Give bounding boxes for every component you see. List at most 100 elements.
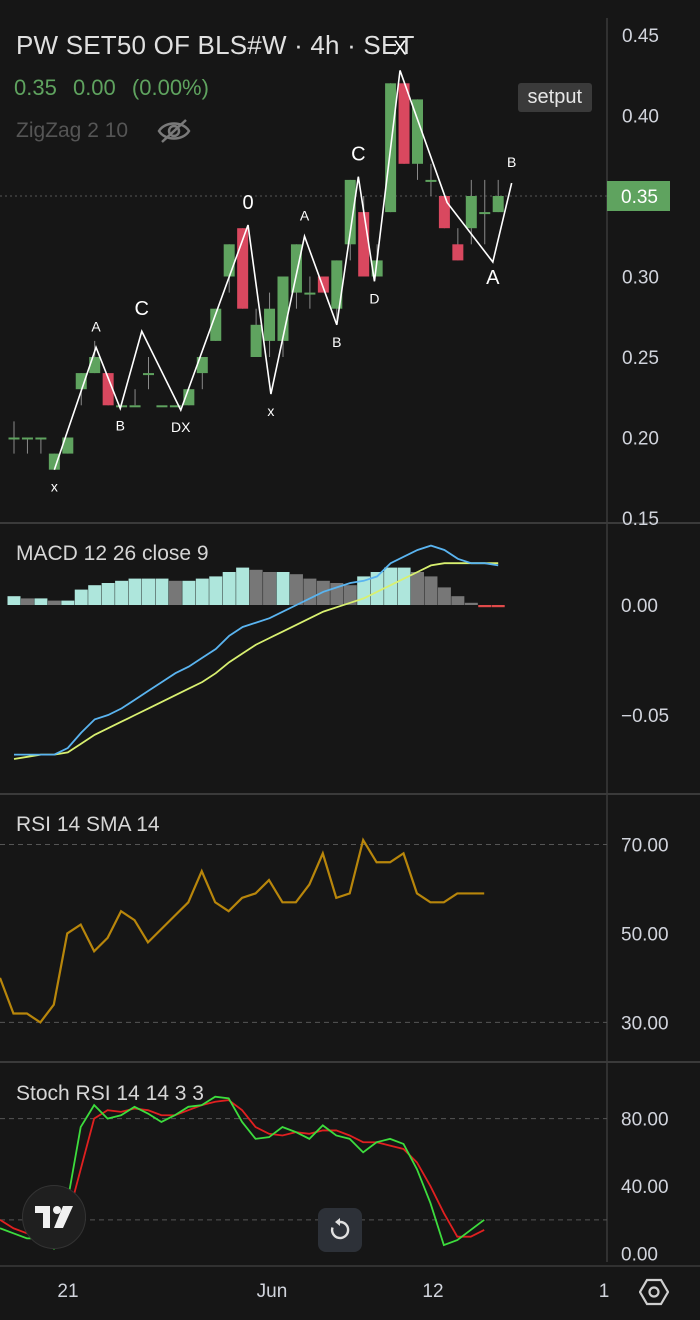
time-tick-label: 12 bbox=[422, 1281, 443, 1302]
macd-histogram-bar bbox=[316, 580, 330, 605]
gear-icon bbox=[639, 1278, 669, 1306]
time-tick-label: 1 bbox=[599, 1281, 610, 1302]
zigzag-wave-label: B bbox=[507, 154, 516, 170]
time-tick-label: 21 bbox=[57, 1281, 78, 1302]
tradingview-logo-icon bbox=[35, 1206, 73, 1228]
candle-up bbox=[465, 196, 477, 229]
time-tick-label: Jun bbox=[257, 1281, 288, 1302]
candle-up bbox=[143, 373, 154, 376]
tradingview-logo-button[interactable] bbox=[22, 1185, 86, 1249]
chart-settings-button[interactable] bbox=[636, 1274, 672, 1310]
candle-up bbox=[223, 244, 235, 277]
reset-icon bbox=[330, 1218, 350, 1240]
zigzag-wave-label: C bbox=[351, 144, 365, 166]
price-tick-label: 0.25 bbox=[622, 348, 659, 369]
macd-histogram-bar bbox=[61, 600, 75, 605]
macd-histogram-bar bbox=[142, 578, 155, 605]
candle-up bbox=[8, 437, 20, 440]
quote-price: 0.35 bbox=[14, 75, 57, 100]
macd-histogram-bar bbox=[182, 580, 196, 605]
candle-up bbox=[156, 405, 168, 408]
macd-histogram-bar bbox=[47, 600, 61, 605]
reset-chart-button[interactable] bbox=[318, 1208, 362, 1252]
macd-histogram-bar bbox=[478, 605, 492, 608]
quote-change-pct: (0.00%) bbox=[131, 75, 209, 100]
price-tick-label: 0.30 bbox=[622, 268, 659, 289]
price-tick-label: 0.15 bbox=[622, 509, 659, 530]
rsi-tick-label: 50.00 bbox=[621, 924, 669, 945]
macd-histogram-bar bbox=[411, 572, 424, 605]
last-price-tag-label: 0.35 bbox=[621, 187, 658, 208]
zigzag-wave-label: x bbox=[51, 479, 58, 495]
candle-up bbox=[425, 179, 437, 182]
macd-histogram-bar bbox=[209, 576, 223, 605]
macd-histogram-bar bbox=[115, 580, 129, 605]
candle-up bbox=[264, 308, 276, 341]
zigzag-wave-label: B bbox=[116, 418, 125, 434]
candle-up bbox=[304, 292, 316, 295]
zigzag-wave-label: A bbox=[486, 267, 500, 289]
macd-histogram-bar bbox=[155, 578, 169, 605]
stoch-tick-label: 0.00 bbox=[621, 1245, 658, 1266]
zigzag-wave-label: B bbox=[332, 334, 341, 350]
macd-histogram-bar bbox=[276, 572, 290, 605]
rsi-line bbox=[0, 837, 485, 1024]
candle-up bbox=[129, 405, 141, 408]
macd-histogram-bar bbox=[464, 602, 478, 605]
zigzag-wave-label: A bbox=[91, 318, 101, 334]
stoch-rsi-legend[interactable]: Stoch RSI 14 14 3 3 bbox=[16, 1082, 204, 1106]
candle-up bbox=[277, 276, 289, 341]
zigzag-wave-label: C bbox=[135, 298, 149, 320]
zigzag-indicator-legend[interactable]: ZigZag 2 10 bbox=[16, 118, 192, 144]
candle-up bbox=[35, 437, 47, 440]
macd-histogram-bar bbox=[168, 580, 182, 605]
price-tick-label: 0.45 bbox=[622, 26, 659, 47]
price-tick-label: 0.40 bbox=[622, 107, 659, 128]
setput-badge[interactable]: setput bbox=[517, 83, 592, 112]
macd-histogram-bar bbox=[88, 585, 102, 605]
candle-up bbox=[290, 244, 302, 293]
rsi-tick-label: 70.00 bbox=[621, 835, 669, 856]
macd-histogram-bar bbox=[249, 569, 263, 605]
chart-title: PW SET50 OF BLS#W · 4h · SET bbox=[16, 30, 415, 60]
stoch-tick-label: 80.00 bbox=[621, 1110, 669, 1131]
zigzag-wave-label: D bbox=[369, 290, 379, 306]
macd-histogram-bar bbox=[236, 567, 250, 605]
macd-histogram-bar bbox=[451, 596, 465, 605]
macd-histogram-bar bbox=[34, 598, 48, 605]
macd-tick-label: −0.05 bbox=[621, 706, 669, 727]
candle-down bbox=[358, 212, 370, 277]
macd-histogram-bar bbox=[424, 576, 438, 605]
macd-histogram-bar bbox=[263, 572, 277, 605]
zigzag-wave-label: x bbox=[267, 403, 274, 419]
macd-histogram-bar bbox=[491, 605, 505, 608]
macd-histogram-bar bbox=[7, 596, 21, 605]
stoch-tick-label: 40.00 bbox=[621, 1177, 669, 1198]
rsi-legend[interactable]: RSI 14 SMA 14 bbox=[16, 813, 160, 837]
candle-up bbox=[479, 212, 491, 215]
eye-off-icon[interactable] bbox=[156, 118, 192, 144]
candle-up bbox=[21, 437, 33, 440]
macd-histogram-bar bbox=[437, 587, 451, 605]
zigzag-label: ZigZag 2 10 bbox=[16, 119, 129, 142]
macd-histogram-bar bbox=[289, 574, 303, 605]
macd-histogram-bar bbox=[20, 598, 34, 605]
chart-canvas[interactable]: xABCDX0xABCDXAB 0.450.400.350.300.250.20… bbox=[0, 0, 700, 1320]
macd-legend[interactable]: MACD 12 26 close 9 bbox=[16, 542, 209, 566]
price-quote: 0.35 0.00 (0.00%) bbox=[14, 75, 219, 101]
macd-histogram-bar bbox=[74, 589, 88, 605]
macd-histogram-bar bbox=[128, 578, 142, 605]
quote-change: 0.00 bbox=[72, 75, 116, 100]
candle-down bbox=[452, 244, 464, 261]
candle-down bbox=[438, 196, 450, 229]
zigzag-wave-label: A bbox=[300, 207, 310, 223]
zigzag-wave-label: DX bbox=[171, 419, 191, 435]
candle-down bbox=[398, 83, 410, 164]
candle-up bbox=[250, 324, 262, 357]
rsi-tick-label: 30.00 bbox=[621, 1013, 669, 1034]
zigzag-wave-label: 0 bbox=[242, 192, 253, 214]
macd-histogram-bar bbox=[195, 578, 209, 605]
macd-histogram-bar bbox=[222, 572, 236, 605]
macd-histogram-bar bbox=[397, 567, 411, 605]
price-tick-label: 0.20 bbox=[622, 429, 659, 450]
